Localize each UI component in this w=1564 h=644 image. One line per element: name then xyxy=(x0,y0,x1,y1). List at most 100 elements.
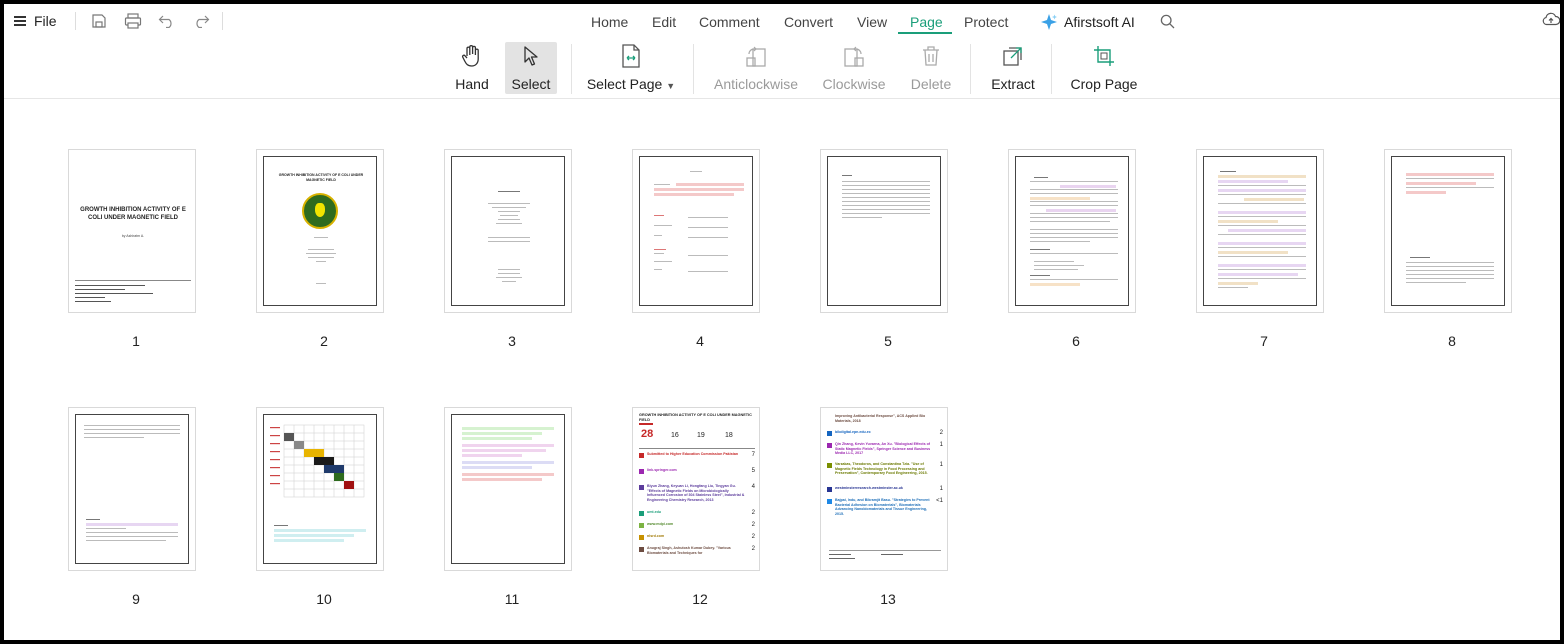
page-number: 1 xyxy=(132,333,140,349)
page-thumbnail[interactable] xyxy=(632,149,760,313)
source-row: link.springer.com 5 xyxy=(639,468,755,484)
page-preview xyxy=(1203,156,1317,306)
ai-assistant-button[interactable]: Afirstsoft AI xyxy=(1040,4,1135,40)
source-percent: 7 xyxy=(751,452,755,458)
trash-icon xyxy=(921,42,941,70)
page-thumbnail[interactable]: GROWTH INHIBITION ACTIVITY OF E COLI UND… xyxy=(632,407,760,571)
page-preview: GROWTH INHIBITION ACTIVITY OF E COLI UND… xyxy=(633,408,759,570)
page-thumbnail[interactable] xyxy=(444,149,572,313)
gantt-table xyxy=(270,424,365,498)
file-label: File xyxy=(34,13,57,29)
divider xyxy=(571,44,572,94)
page-preview xyxy=(639,156,753,306)
source-row: nlsrd.com 2 xyxy=(639,534,755,546)
app-window: File Home Edit Comment Convert View Page… xyxy=(0,0,1564,644)
source-percent: 2 xyxy=(939,430,943,436)
divider xyxy=(693,44,694,94)
search-icon[interactable] xyxy=(1156,10,1178,32)
source-text: Submitted to Higher Education Commission… xyxy=(647,452,739,456)
page-thumbnail[interactable] xyxy=(1008,149,1136,313)
source-text: Varzakas, Theodoros, and Constantina Tzi… xyxy=(835,462,928,475)
source-text: Anugraj Singh, Ashutosh Kumar Dubey. "Va… xyxy=(647,546,731,555)
hand-label: Hand xyxy=(455,76,489,92)
select-page-dropdown[interactable]: Select Page ▼ xyxy=(587,42,675,94)
stat-internet: 16 xyxy=(671,432,679,439)
page-thumbnail[interactable] xyxy=(68,407,196,571)
page-number: 7 xyxy=(1260,333,1268,349)
source-row: westminsterresearch.westminster.ac.uk 1 xyxy=(827,486,943,498)
page-thumbnail[interactable] xyxy=(256,407,384,571)
crop-icon xyxy=(1093,42,1115,70)
page-thumbnail[interactable] xyxy=(1384,149,1512,313)
redo-icon[interactable] xyxy=(190,10,212,32)
delete-page-button[interactable]: Delete xyxy=(906,42,956,94)
page-number: 5 xyxy=(884,333,892,349)
delete-label: Delete xyxy=(910,76,952,92)
tab-convert[interactable]: Convert xyxy=(784,4,833,40)
source-text: westminsterresearch.westminster.ac.uk xyxy=(835,486,903,490)
page-title: GROWTH INHIBITION ACTIVITY OF E COLI UND… xyxy=(278,173,364,182)
stat-publications: 19 xyxy=(697,432,705,439)
source-row: umt.edu 2 xyxy=(639,510,755,522)
source-percent: 2 xyxy=(751,534,755,540)
page-thumbnail[interactable]: Improving Antibacterial Response", ACS A… xyxy=(820,407,948,571)
page-preview xyxy=(827,156,941,306)
cursor-arrow-icon xyxy=(523,42,539,70)
page-thumbnail[interactable] xyxy=(820,149,948,313)
page-thumbnail[interactable]: GROWTH INHIBITION ACTIVITY OF E COLI UND… xyxy=(256,149,384,313)
extract-page-button[interactable]: Extract xyxy=(985,42,1041,94)
page-thumbnail[interactable] xyxy=(444,407,572,571)
report-source-list: Submitted to Higher Education Commission… xyxy=(639,452,755,558)
crop-page-button[interactable]: Crop Page xyxy=(1066,42,1142,94)
source-text: Improving Antibacterial Response", ACS A… xyxy=(835,414,926,423)
similarity-index: 28 xyxy=(641,428,654,440)
source-text: link.springer.com xyxy=(647,468,677,472)
save-icon[interactable] xyxy=(88,10,110,32)
page-number: 2 xyxy=(320,333,328,349)
page-toolbar: Hand Select Select Page ▼ Anticlockwise xyxy=(4,40,1560,99)
extract-label: Extract xyxy=(991,76,1035,92)
source-text: Biyun Zhang, Keyuan Li, Hongfang Liu, Ti… xyxy=(647,484,745,502)
source-percent: <1 xyxy=(936,498,943,504)
tab-edit[interactable]: Edit xyxy=(652,4,676,40)
sparkle-icon xyxy=(1041,14,1057,30)
cloud-upload-icon[interactable] xyxy=(1540,8,1562,30)
select-tool-button[interactable]: Select xyxy=(505,42,557,94)
page-thumbnail[interactable] xyxy=(1196,149,1324,313)
page-number: 9 xyxy=(132,591,140,607)
source-text: umt.edu xyxy=(647,510,661,514)
tab-page[interactable]: Page xyxy=(910,4,943,40)
page-preview: GROWTH INHIBITION ACTIVITY OF E COLI UND… xyxy=(69,150,195,312)
page-preview xyxy=(263,414,377,564)
rotate-anticlockwise-button[interactable]: Anticlockwise xyxy=(710,42,802,94)
hand-tool-button[interactable]: Hand xyxy=(448,42,496,94)
page-number: 8 xyxy=(1448,333,1456,349)
source-percent: 4 xyxy=(751,484,755,490)
rotate-clockwise-icon xyxy=(843,42,865,70)
source-percent: 1 xyxy=(939,486,943,492)
page-number: 10 xyxy=(316,591,332,607)
undo-icon[interactable] xyxy=(156,10,178,32)
page-preview xyxy=(451,156,565,306)
page-preview xyxy=(75,414,189,564)
tab-protect[interactable]: Protect xyxy=(964,4,1008,40)
source-row: Bajpai, Indu, and Bikramjit Basu. "Strat… xyxy=(827,498,943,528)
extract-icon xyxy=(1002,42,1024,70)
source-text: Bajpai, Indu, and Bikramjit Basu. "Strat… xyxy=(835,498,930,516)
page-preview xyxy=(1391,156,1505,306)
tab-comment[interactable]: Comment xyxy=(699,4,760,40)
select-label: Select xyxy=(511,76,551,92)
tab-view[interactable]: View xyxy=(857,4,887,40)
tab-home[interactable]: Home xyxy=(591,4,628,40)
page-thumbnail[interactable]: GROWTH INHIBITION ACTIVITY OF E COLI UND… xyxy=(68,149,196,313)
page-preview: Improving Antibacterial Response", ACS A… xyxy=(821,408,947,570)
anticlockwise-label: Anticlockwise xyxy=(713,76,799,92)
divider xyxy=(970,44,971,94)
page-number: 12 xyxy=(692,591,708,607)
file-menu-button[interactable]: File xyxy=(14,10,57,32)
source-text: bibdigital.epn.edu.ec xyxy=(835,430,871,434)
source-percent: 2 xyxy=(751,522,755,528)
rotate-clockwise-button[interactable]: Clockwise xyxy=(818,42,890,94)
print-icon[interactable] xyxy=(122,10,144,32)
source-text: nlsrd.com xyxy=(647,534,665,538)
